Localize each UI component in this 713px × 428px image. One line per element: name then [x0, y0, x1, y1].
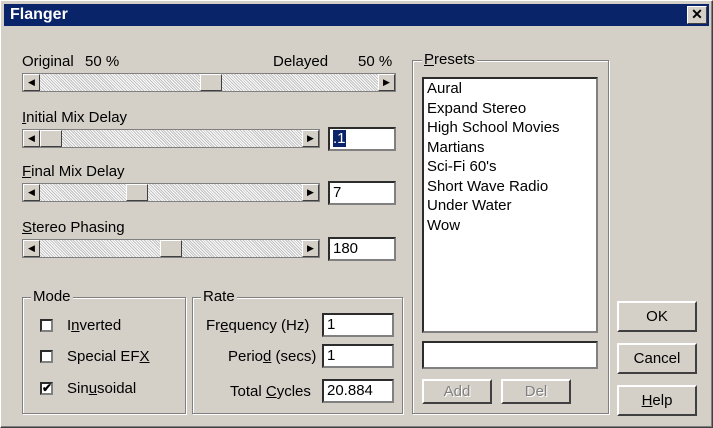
initial-mix-delay-thumb[interactable] — [40, 130, 62, 147]
delayed-value: 50 % — [358, 53, 393, 70]
preset-item[interactable]: Wow — [424, 216, 596, 236]
scroll-right-button[interactable]: ▶ — [302, 184, 319, 201]
final-mix-delay-label: Final Mix Delay — [22, 163, 125, 180]
rate-group-title: Rate — [201, 288, 237, 305]
initial-mix-delay-slider[interactable]: ◀ ▶ — [22, 129, 320, 148]
delayed-label: Delayed — [273, 53, 329, 70]
scroll-left-button[interactable]: ◀ — [23, 184, 40, 201]
stereo-phasing-field[interactable]: 180 — [328, 237, 396, 261]
delete-preset-button[interactable]: Del — [501, 379, 571, 404]
preset-item[interactable]: Under Water — [424, 196, 596, 216]
cancel-button[interactable]: Cancel — [617, 343, 697, 374]
help-button[interactable]: Help — [617, 385, 697, 416]
preset-name-field[interactable] — [422, 341, 598, 369]
final-mix-delay-slider[interactable]: ◀ ▶ — [22, 183, 320, 202]
stereo-phasing-thumb[interactable] — [160, 240, 182, 257]
presets-group-title: Presets — [422, 51, 477, 68]
stereo-phasing-label: Stereo Phasing — [22, 219, 125, 236]
period-label: Period (secs) — [228, 348, 317, 365]
sinusoidal-checkbox[interactable]: ✔ — [40, 382, 53, 395]
title-bar: Flanger ✕ — [4, 4, 709, 26]
ok-button[interactable]: OK — [617, 301, 697, 332]
preset-item[interactable]: Martians — [424, 138, 596, 158]
checkmark-icon: ✔ — [42, 381, 53, 395]
mix-slider[interactable]: ◀ ▶ — [22, 73, 396, 92]
scroll-right-button[interactable]: ▶ — [378, 74, 395, 91]
original-value: 50 % — [85, 53, 120, 70]
inverted-label[interactable]: Inverted — [67, 317, 121, 334]
stereo-phasing-slider[interactable]: ◀ ▶ — [22, 239, 320, 258]
period-field[interactable]: 1 — [322, 344, 394, 368]
final-mix-delay-thumb[interactable] — [126, 184, 148, 201]
scroll-left-button[interactable]: ◀ — [23, 130, 40, 147]
total-cycles-label: Total Cycles — [230, 383, 311, 400]
preset-item[interactable]: Short Wave Radio — [424, 177, 596, 197]
original-label: Original — [22, 53, 74, 70]
window-title: Flanger — [10, 6, 68, 23]
scroll-right-button[interactable]: ▶ — [302, 240, 319, 257]
mode-group-title: Mode — [31, 288, 73, 305]
preset-item[interactable]: High School Movies — [424, 118, 596, 138]
special-efx-label[interactable]: Special EFX — [67, 348, 150, 365]
flanger-dialog: Flanger ✕ Original 50 % Delayed 50 % ◀ ▶… — [0, 0, 713, 428]
inverted-checkbox[interactable] — [40, 319, 53, 332]
initial-mix-delay-label: Initial Mix Delay — [22, 109, 128, 126]
frequency-label: Frequency (Hz) — [206, 317, 310, 334]
scroll-right-button[interactable]: ▶ — [302, 130, 319, 147]
special-efx-checkbox[interactable] — [40, 350, 53, 363]
close-button[interactable]: ✕ — [687, 6, 707, 24]
frequency-field[interactable]: 1 — [322, 313, 394, 337]
preset-item[interactable]: Aural — [424, 79, 596, 99]
initial-mix-delay-field[interactable]: .1 — [328, 127, 396, 151]
preset-item[interactable]: Expand Stereo — [424, 99, 596, 119]
scroll-left-button[interactable]: ◀ — [23, 74, 40, 91]
total-cycles-field[interactable]: 20.884 — [322, 379, 394, 403]
add-preset-button[interactable]: Add — [422, 379, 492, 404]
final-mix-delay-field[interactable]: 7 — [328, 181, 396, 205]
presets-list[interactable]: Aural Expand Stereo High School Movies Mart… — [422, 77, 598, 333]
mix-slider-thumb[interactable] — [200, 74, 222, 91]
scroll-left-button[interactable]: ◀ — [23, 240, 40, 257]
preset-item[interactable]: Sci-Fi 60's — [424, 157, 596, 177]
sinusoidal-label[interactable]: Sinusoidal — [67, 380, 136, 397]
